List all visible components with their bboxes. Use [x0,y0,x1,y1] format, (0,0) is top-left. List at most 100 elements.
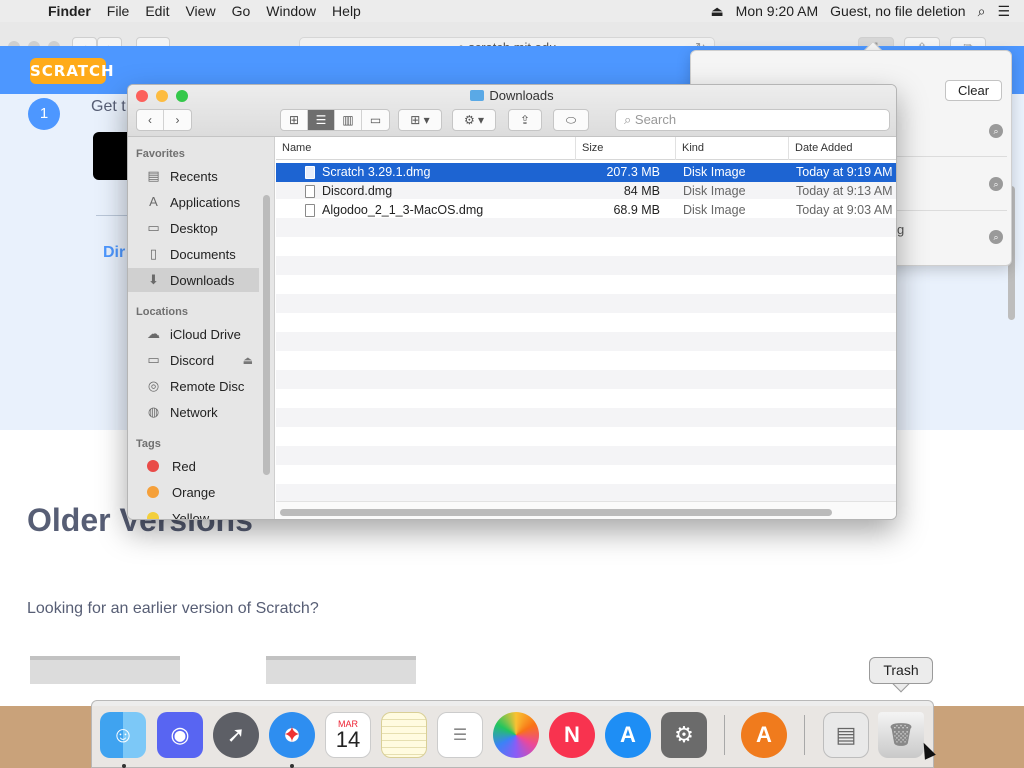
sidebar-item-recents[interactable]: ▤ Recents [128,164,259,188]
file-row[interactable]: Discord.dmg 84 MB Disk Image Today at 9:… [276,182,896,201]
back-button[interactable]: ‹ [137,110,164,130]
older-version-thumbnail[interactable] [30,656,180,684]
network-icon: ◍ [147,404,160,419]
dmg-file-icon [305,185,315,198]
show-in-finder-icon[interactable]: ⌕ [989,124,1003,138]
downloaded-file-dock-icon[interactable]: ▤ [823,712,869,758]
clear-downloads-button[interactable]: Clear [945,80,1002,101]
gallery-view-button[interactable]: ▭ [362,110,389,130]
photos-dock-icon[interactable] [493,712,539,758]
file-row[interactable]: Algodoo_2_1_3-MacOS.dmg 68.9 MB Disk Ima… [276,201,896,220]
folder-icon [470,90,485,101]
eject-icon[interactable]: ⏏ [243,354,253,367]
directions-link[interactable]: Dir [103,244,125,262]
algodoo-dock-icon[interactable]: A [741,712,787,758]
column-header-name[interactable]: Name [276,137,576,160]
scratch-logo[interactable]: SCRATCH [30,58,114,84]
launchpad-dock-icon[interactable]: ➚ [213,712,259,758]
recents-icon: ▤ [147,168,160,183]
menu-bar: Finder File Edit View Go Window Help ⏏ M… [0,0,1024,22]
column-view-button[interactable]: ▥ [335,110,362,130]
sidebar-scrollbar[interactable] [263,195,270,475]
column-header-size[interactable]: Size [576,137,676,160]
older-versions-subtitle: Looking for an earlier version of Scratc… [27,600,319,617]
sidebar-tag-orange[interactable]: Orange [128,480,259,504]
disk-icon: ▭ [147,352,160,367]
show-in-finder-icon[interactable]: ⌕ [989,230,1003,244]
menu-help[interactable]: Help [324,3,369,19]
menu-go[interactable]: Go [224,3,259,19]
file-date-added: Today at 9:13 AM [796,184,893,198]
sidebar-item-icloud-drive[interactable]: ☁ iCloud Drive [128,322,259,346]
menu-window[interactable]: Window [258,3,324,19]
menu-file[interactable]: File [99,3,138,19]
dock-separator [804,715,805,755]
running-indicator [122,764,126,768]
column-header-date-added[interactable]: Date Added [789,137,896,160]
calendar-dock-icon[interactable]: MAR 14 [325,712,371,758]
sidebar-item-label: Yellow [172,510,210,520]
news-dock-icon[interactable]: N [549,712,595,758]
sidebar-tag-yellow[interactable]: Yellow [128,506,259,520]
sidebar-item-documents[interactable]: ▯ Documents [128,242,259,266]
sidebar-item-label: Applications [170,194,241,210]
sidebar-item-applications[interactable]: A Applications [128,190,259,214]
notes-dock-icon[interactable] [381,712,427,758]
sidebar-item-discord[interactable]: ▭ Discord ⏏ [128,348,259,372]
file-kind: Disk Image [683,203,746,217]
dmg-file-icon [305,204,315,217]
sidebar-item-label: Downloads [170,272,235,288]
list-menu-icon[interactable]: ☰ [991,3,1016,20]
safari-dock-icon[interactable]: ✦ [269,712,315,758]
sidebar-tag-red[interactable]: Red [128,454,259,478]
older-version-thumbnail[interactable] [266,656,416,684]
trash-dock-icon[interactable]: 🗑︎ [878,712,924,758]
system-preferences-dock-icon[interactable]: ⚙ [661,712,707,758]
step-text: Get t [91,98,126,115]
spotlight-icon[interactable]: ⌕ [972,3,992,20]
finder-sidebar: Favorites ▤ Recents A Applications ▭ Deskto… [128,137,275,520]
list-view-button[interactable]: ☰ [308,110,335,130]
tags-button[interactable]: ⬭ [553,109,589,131]
column-header-kind[interactable]: Kind [676,137,789,160]
app-store-dock-icon[interactable]: A [605,712,651,758]
sidebar-item-label: Documents [170,246,236,262]
eject-menu-icon[interactable]: ⏏ [704,3,729,20]
sidebar-item-network[interactable]: ◍ Network [128,400,259,424]
popover-divider [897,156,1007,157]
tag-dot-icon [147,460,159,472]
clock[interactable]: Mon 9:20 AM [730,3,825,19]
menu-app-name[interactable]: Finder [40,3,99,19]
trash-tooltip: Trash [869,657,933,684]
reminders-dock-icon[interactable]: ☰ [437,712,483,758]
file-size: 207.3 MB [606,165,660,179]
menu-view[interactable]: View [177,3,223,19]
file-row[interactable]: Scratch 3.29.1.dmg 207.3 MB Disk Image T… [276,163,896,182]
show-in-finder-icon[interactable]: ⌕ [989,177,1003,191]
finder-toolbar: Downloads ‹ › ⊞ ☰ ▥ ▭ ⊞ ▾ ⚙ ▾ ⇪ ⬭ ⌕ Sear… [128,85,896,137]
forward-button[interactable]: › [164,110,191,130]
discord-dock-icon[interactable]: ◉ [157,712,203,758]
download-item-fragment: g [897,222,905,237]
user-menu[interactable]: Guest, no file deletion [824,3,971,19]
file-name: Algodoo_2_1_3-MacOS.dmg [322,203,484,217]
action-gear-button[interactable]: ⚙ ▾ [452,109,496,131]
sidebar-item-downloads[interactable]: ⬇ Downloads [128,268,259,292]
dock-separator [724,715,725,755]
file-rows: Scratch 3.29.1.dmg 207.3 MB Disk Image T… [276,161,896,501]
group-by-button[interactable]: ⊞ ▾ [398,109,442,131]
sidebar-item-remote-disc[interactable]: ◎ Remote Disc [128,374,259,398]
finder-dock-icon[interactable]: ☺ [100,712,146,758]
column-headers: Name Size Kind Date Added [276,137,896,160]
file-kind: Disk Image [683,165,746,179]
icon-view-button[interactable]: ⊞ [281,110,308,130]
tag-dot-icon [147,486,159,498]
sidebar-item-desktop[interactable]: ▭ Desktop [128,216,259,240]
search-field[interactable]: ⌕ Search [615,109,890,131]
file-date-added: Today at 9:03 AM [796,203,893,217]
share-button[interactable]: ⇪ [508,109,542,131]
applications-icon: A [149,194,158,209]
menu-edit[interactable]: Edit [137,3,177,19]
sidebar-item-label: Orange [172,484,216,500]
horizontal-scrollbar[interactable] [280,509,832,516]
